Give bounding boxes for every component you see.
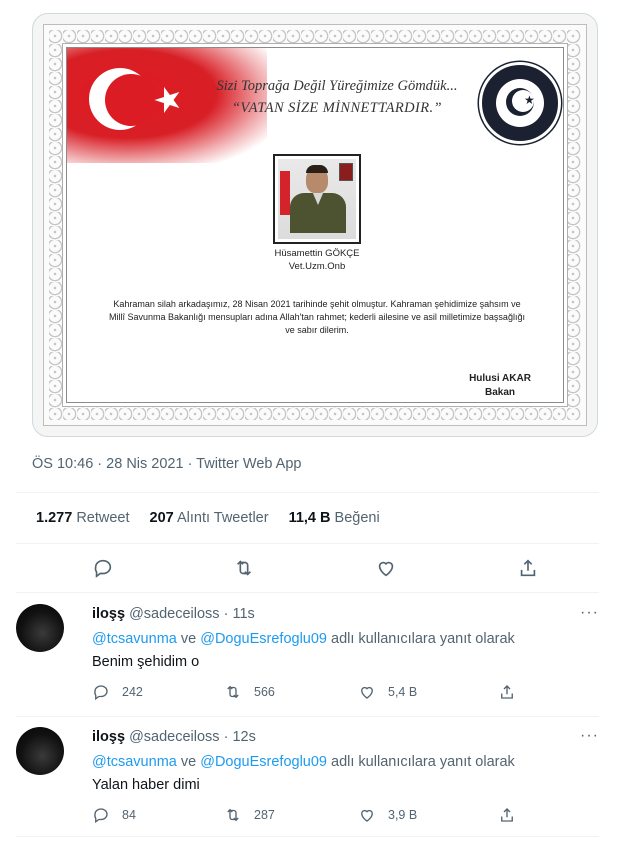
share-icon xyxy=(501,685,513,699)
more-options-icon[interactable]: ··· xyxy=(580,604,599,622)
mention-link[interactable]: @tcsavunma xyxy=(92,754,177,770)
mention-link[interactable]: @DoguEsrefoglu09 xyxy=(200,754,327,770)
like-icon xyxy=(378,561,394,577)
tweet-meta: ÖS 10:46 · 28 Nis 2021 · Twitter Web App xyxy=(32,456,301,472)
retweet-stat[interactable]: 1.277 Retweet xyxy=(36,510,130,526)
avatar[interactable] xyxy=(16,604,64,652)
reply-like-button[interactable]: 5,4 B xyxy=(358,683,417,701)
meta-separator: · xyxy=(93,456,107,472)
reply-retweet-button[interactable]: 287 xyxy=(224,806,275,824)
retweet-icon xyxy=(227,808,239,822)
like-count: 5,4 B xyxy=(388,685,418,699)
reply-retweet-button[interactable]: 566 xyxy=(224,683,275,701)
retweet-label: Retweet xyxy=(76,510,130,526)
reply-count: 84 xyxy=(122,808,136,822)
avatar[interactable] xyxy=(16,727,64,775)
retweet-count: 287 xyxy=(254,808,275,822)
like-button[interactable] xyxy=(366,548,406,588)
retweet-count: 1.277 xyxy=(36,510,73,526)
divider xyxy=(16,543,599,544)
share-icon xyxy=(520,559,536,577)
tweet-time[interactable]: ÖS 10:46 xyxy=(32,456,93,472)
reply-time[interactable]: 11s xyxy=(232,606,254,622)
reply-text: Yalan haber dimi xyxy=(92,777,200,793)
like-count: 3,9 B xyxy=(388,808,418,822)
replying-conjunction: ve xyxy=(176,754,201,770)
reply-author-handle[interactable]: @sadeceiloss xyxy=(129,606,219,622)
tweet-source[interactable]: Twitter Web App xyxy=(196,456,301,472)
mention-link[interactable]: @tcsavunma xyxy=(92,631,177,647)
soldier-photo xyxy=(273,154,361,244)
reply-time[interactable]: 12s xyxy=(232,729,255,745)
meta-separator: · xyxy=(183,456,197,472)
soldier-name: Hüsamettin GÖKÇE xyxy=(274,248,360,259)
like-count: 11,4 B xyxy=(288,510,331,526)
reply-button[interactable] xyxy=(83,548,123,588)
reply-icon xyxy=(94,685,108,701)
tweet-date[interactable]: 28 Nis 2021 xyxy=(106,456,183,472)
more-options-icon[interactable]: ··· xyxy=(580,727,599,745)
retweet-icon xyxy=(236,560,252,576)
divider xyxy=(16,492,599,493)
tweet-image-card[interactable]: ★ Sizi Toprağa Değil Yüreğimize Gömdük..… xyxy=(32,13,598,437)
reply-header: iloşş @sadeceiloss · 11s xyxy=(92,606,255,622)
divider xyxy=(16,592,599,593)
flag-crescent-cut xyxy=(105,74,157,126)
share-button[interactable] xyxy=(508,548,548,588)
reply-icon xyxy=(94,559,112,578)
flag-star-icon: ★ xyxy=(147,77,189,123)
reply-author-name[interactable]: iloşş xyxy=(92,606,125,622)
like-icon xyxy=(361,686,373,699)
divider xyxy=(16,836,599,837)
reply-like-button[interactable]: 3,9 B xyxy=(358,806,417,824)
reply-reply-button[interactable]: 84 xyxy=(92,806,136,824)
like-stat[interactable]: 11,4 B Beğeni xyxy=(289,510,380,526)
card-motto-line2: “VATAN SİZE MİNNETTARDIR.” xyxy=(231,100,443,116)
tweet-stats: 1.277 Retweet 207 Alıntı Tweetler 11,4 B… xyxy=(36,510,380,526)
divider xyxy=(16,716,599,717)
soldier-rank: Vet.Uzm.Onb xyxy=(288,261,346,272)
replying-to: @tcsavunma ve @DoguEsrefoglu09 adlı kull… xyxy=(92,754,515,770)
reply-share-button[interactable] xyxy=(498,806,516,824)
reply-count: 242 xyxy=(122,685,143,699)
card-motto-line1: Sizi Toprağa Değil Yüreğimize Gömdük... xyxy=(216,78,458,94)
share-icon xyxy=(501,808,513,822)
reply-reply-button[interactable]: 242 xyxy=(92,683,143,701)
reply-author-handle[interactable]: @sadeceiloss xyxy=(129,729,219,745)
retweet-count: 566 xyxy=(254,685,275,699)
quote-stat[interactable]: 207 Alıntı Tweetler xyxy=(150,510,269,526)
reply-dot: · xyxy=(223,606,229,622)
replying-to: @tcsavunma ve @DoguEsrefoglu09 adlı kull… xyxy=(92,631,515,647)
quote-label: Alıntı Tweetler xyxy=(176,510,269,526)
retweet-button[interactable] xyxy=(224,548,264,588)
card-frame: ★ Sizi Toprağa Değil Yüreğimize Gömdük..… xyxy=(43,24,587,426)
replying-conjunction: ve xyxy=(176,631,201,647)
mention-link[interactable]: @DoguEsrefoglu09 xyxy=(200,631,327,647)
quote-count: 207 xyxy=(149,510,174,526)
reply-header: iloşş @sadeceiloss · 12s xyxy=(92,729,256,745)
card-content: ★ Sizi Toprağa Değil Yüreğimize Gömdük..… xyxy=(66,47,564,403)
signer-name: Hulusi AKAR xyxy=(469,373,531,384)
retweet-icon xyxy=(227,685,239,699)
signer-title: Bakan xyxy=(484,387,515,398)
condolence-message: Kahraman silah arkadaşımız, 28 Nisan 202… xyxy=(109,299,525,335)
like-icon xyxy=(361,809,373,822)
replying-suffix: adlı kullanıcılara yanıt olarak xyxy=(327,631,515,647)
reply-author-name[interactable]: iloşş xyxy=(92,729,125,745)
like-label: Beğeni xyxy=(334,510,380,526)
replying-suffix: adlı kullanıcılara yanıt olarak xyxy=(327,754,515,770)
reply-icon xyxy=(94,808,108,824)
ministry-seal-logo: ★ xyxy=(479,62,561,144)
reply-share-button[interactable] xyxy=(498,683,516,701)
reply-dot: · xyxy=(223,729,229,745)
reply-text: Benim şehidim o xyxy=(92,654,200,670)
